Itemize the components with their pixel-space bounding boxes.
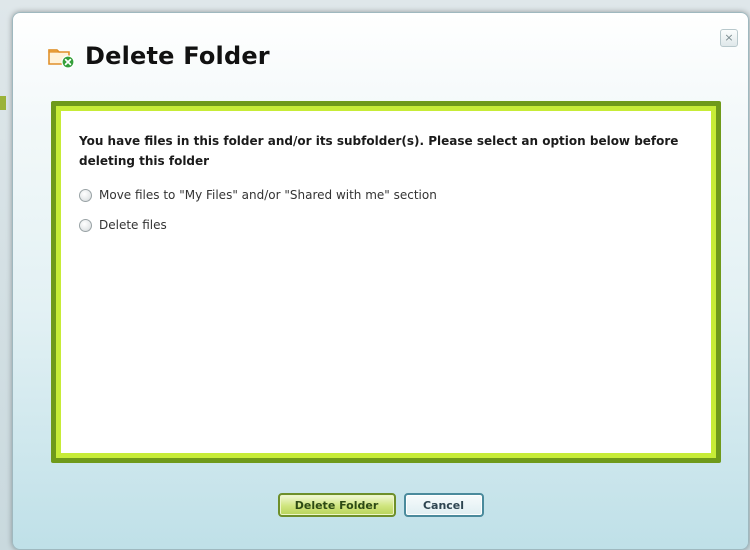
content-frame-inner: You have files in this folder and/or its… bbox=[56, 106, 716, 458]
move-files-radio[interactable] bbox=[79, 188, 92, 202]
close-button[interactable]: × bbox=[720, 29, 738, 47]
delete-files-radio[interactable] bbox=[79, 218, 92, 232]
dialog-header: Delete Folder bbox=[47, 39, 270, 73]
dialog-title: Delete Folder bbox=[85, 42, 270, 70]
content-panel: You have files in this folder and/or its… bbox=[61, 111, 711, 453]
delete-folder-dialog: Delete Folder × You have files in this f… bbox=[12, 12, 749, 550]
move-files-label: Move files to "My Files" and/or "Shared … bbox=[99, 188, 437, 202]
background-edge-accent bbox=[0, 96, 6, 110]
option-move-files[interactable]: Move files to "My Files" and/or "Shared … bbox=[79, 185, 693, 205]
folder-delete-icon bbox=[47, 44, 75, 69]
delete-files-label: Delete files bbox=[99, 218, 167, 232]
content-frame: You have files in this folder and/or its… bbox=[51, 101, 721, 463]
close-icon: × bbox=[724, 31, 734, 44]
cancel-button[interactable]: Cancel bbox=[403, 493, 484, 517]
dialog-footer: Delete Folder Cancel bbox=[13, 493, 748, 517]
option-delete-files[interactable]: Delete files bbox=[79, 215, 693, 235]
warning-message: You have files in this folder and/or its… bbox=[79, 134, 679, 168]
delete-folder-button[interactable]: Delete Folder bbox=[277, 493, 396, 517]
